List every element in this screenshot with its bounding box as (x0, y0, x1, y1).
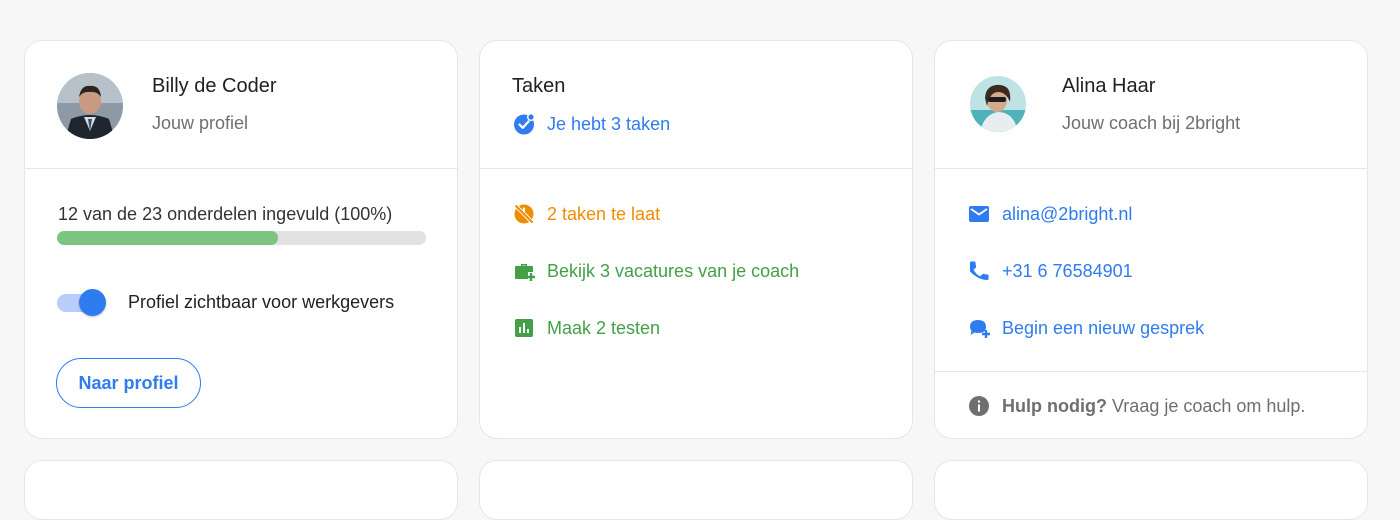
task-item-vacancies[interactable]: Bekijk 3 vacatures van je coach (512, 258, 799, 284)
clock-off-icon (512, 202, 536, 226)
task-item-label: 2 taken te laat (547, 203, 661, 224)
progress-text: 12 van de 23 onderdelen ingevuld (100%) (58, 204, 393, 224)
divider (480, 168, 912, 169)
task-check-icon (512, 112, 536, 136)
visibility-toggle[interactable] (57, 289, 107, 317)
to-profile-button[interactable]: Naar profiel (56, 358, 201, 408)
task-item-overdue[interactable]: 2 taken te laat (512, 201, 660, 227)
coach-card: Alina Haar Jouw coach bij 2bright alina@… (934, 40, 1368, 439)
card-placeholder (934, 460, 1368, 520)
new-conversation-link[interactable]: Begin een nieuw gesprek (967, 315, 1204, 341)
progress-fill (57, 231, 279, 245)
coach-email-link[interactable]: alina@2bright.nl (967, 201, 1132, 227)
divider (935, 168, 1367, 169)
help-note: Hulp nodig? Vraag je coach om hulp. (967, 394, 1305, 418)
tasks-title: Taken (512, 75, 566, 97)
coach-name: Alina Haar (1062, 75, 1156, 97)
divider (25, 168, 457, 169)
progress-bar (57, 231, 426, 245)
coach-phone: +31 6 76584901 (1002, 260, 1133, 281)
divider (935, 371, 1367, 372)
toggle-label: Profiel zichtbaar voor werkgevers (128, 292, 395, 312)
toggle-thumb (79, 289, 106, 316)
info-icon (967, 394, 991, 418)
card-placeholder (24, 460, 458, 520)
coach-email: alina@2bright.nl (1002, 203, 1133, 224)
card-placeholder (479, 460, 913, 520)
coach-subtitle: Jouw coach bij 2bright (1062, 113, 1241, 133)
profile-card: Billy de Coder Jouw profiel 12 van de 23… (24, 40, 458, 439)
help-text: Vraag je coach om hulp. (1106, 395, 1306, 416)
phone-icon (967, 259, 991, 283)
coach-avatar (970, 76, 1026, 132)
new-conversation-label: Begin een nieuw gesprek (1002, 317, 1205, 338)
coach-phone-link[interactable]: +31 6 76584901 (967, 258, 1133, 284)
tasks-summary: Je hebt 3 taken (547, 113, 671, 134)
tasks-summary-link[interactable]: Je hebt 3 taken (512, 111, 670, 137)
bar-chart-icon (512, 316, 536, 340)
task-item-label: Maak 2 testen (547, 317, 661, 338)
user-name: Billy de Coder (152, 75, 277, 97)
task-item-label: Bekijk 3 vacatures van je coach (547, 260, 800, 281)
chat-add-icon (967, 316, 991, 340)
avatar (57, 73, 123, 139)
help-bold: Hulp nodig? (1002, 395, 1107, 416)
user-subtitle: Jouw profiel (152, 113, 249, 133)
tasks-card: Taken Je hebt 3 taken 2 taken te laat Be… (479, 40, 913, 439)
task-item-tests[interactable]: Maak 2 testen (512, 315, 660, 341)
briefcase-add-icon (512, 259, 536, 283)
mail-icon (967, 202, 991, 226)
